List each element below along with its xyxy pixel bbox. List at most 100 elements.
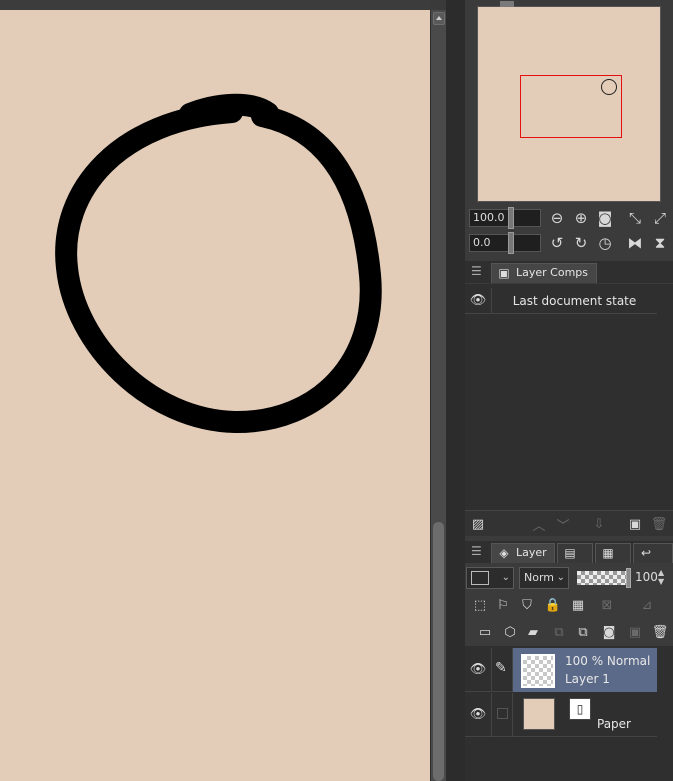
lock-icon[interactable]: 🔒 (543, 595, 563, 615)
layer-actions-row: ▭ ⬡ ▰ ⧉ ⧉ ◙ ▣ 🗑 (465, 619, 673, 645)
mask-enable-icon[interactable]: ⊠ (597, 595, 617, 615)
fit-window-icon[interactable]: ⤢ (650, 208, 670, 228)
layer-mode-label: 100 % Normal (565, 654, 651, 668)
history-icon: ↩ (640, 546, 652, 560)
layer-name: Paper (597, 717, 631, 731)
clip-layer-icon[interactable]: ⛉ (517, 595, 537, 615)
ruler-display-icon[interactable]: ⊿ (637, 595, 657, 615)
panel-splitter[interactable] (446, 0, 465, 781)
blend-mode-value: Norm (524, 571, 555, 584)
lock-transparency-icon[interactable]: ▦ (568, 595, 588, 615)
apply-mask-icon[interactable]: ▣ (625, 622, 645, 642)
rotation-field[interactable]: 0.0 (469, 232, 541, 254)
edit-target-cell[interactable]: ✎ (491, 648, 513, 692)
tab-layer-comps[interactable]: ▣ Layer Comps (491, 263, 597, 283)
layer-color-dropdown[interactable]: ⌄ (466, 567, 514, 589)
chevron-down-icon: ⌄ (501, 572, 510, 583)
chevron-down-icon: ⌄ (556, 572, 565, 583)
move-down-icon[interactable]: ﹀ (553, 514, 573, 534)
rotate-left-icon[interactable]: ↺ (547, 233, 567, 253)
flip-horizontal-icon[interactable]: ⧓ (625, 233, 645, 253)
right-panel-column: 100.0 ⊖ ⊕ ◙ ⤡ ⤢ 0.0 ↺ ↻ ◷ ⧓ ⧗ ☰ ▣ Layer C… (465, 0, 673, 781)
tab-layer-label: Layer (516, 546, 547, 559)
new-vector-layer-icon[interactable]: ⬡ (500, 622, 520, 642)
rotation-slider-handle[interactable] (508, 232, 514, 254)
layer-info[interactable]: 100 % Normal Layer 1 (513, 648, 657, 692)
combine-layers-icon[interactable]: ⧉ (573, 622, 593, 642)
navigator-grip[interactable] (500, 1, 514, 7)
tab-layer[interactable]: ◈ Layer (491, 543, 555, 563)
navigator-circle-thumbnail (601, 79, 617, 95)
actual-size-icon[interactable]: ◙ (595, 208, 615, 228)
layer-mask-icon[interactable]: ◙ (599, 622, 619, 642)
layer-comp-label: Last document state (512, 294, 637, 308)
layer-thumbnail (521, 654, 555, 688)
tab-layer-comps-label: Layer Comps (516, 266, 589, 279)
reference-layer-icon[interactable]: ⬚ (470, 595, 490, 615)
visibility-eye-icon[interactable]: 👁 (469, 293, 487, 309)
zoom-out-icon[interactable]: ⊖ (547, 208, 567, 228)
scroll-thumb[interactable] (433, 522, 444, 781)
panel-menu-icon[interactable]: ☰ (471, 264, 483, 278)
navigator-panel (465, 0, 673, 206)
layer-comps-icon: ▣ (498, 266, 510, 280)
new-raster-layer-icon[interactable]: ▭ (475, 622, 495, 642)
navigator-preview[interactable] (477, 1, 661, 202)
opacity-stepper-icon[interactable]: ▲ ▼ (658, 568, 664, 586)
scroll-up-button[interactable] (433, 12, 445, 25)
tab-animation[interactable]: ▦ (595, 543, 631, 563)
canvas-vertical-scrollbar[interactable] (430, 10, 446, 781)
zoom-field[interactable]: 100.0 (469, 207, 541, 229)
panel-menu-icon[interactable]: ☰ (471, 544, 483, 558)
opacity-slider[interactable] (577, 568, 631, 588)
apply-comp-icon[interactable]: ⇩ (589, 514, 609, 534)
empty-checkbox[interactable] (497, 708, 508, 719)
layers-icon: ◈ (499, 546, 509, 560)
layer-list: 👁 ✎ 100 % Normal Layer 1 👁 ▯ Paper (465, 646, 673, 781)
tab-layer-property[interactable]: ▤ (557, 543, 593, 563)
layer-color-swatch (471, 571, 489, 585)
opacity-slider-handle[interactable] (626, 568, 631, 588)
flip-vertical-icon[interactable]: ⧗ (650, 233, 670, 253)
layer-property-icon: ▤ (564, 546, 576, 560)
opacity-value[interactable]: 100 (635, 570, 658, 584)
layer-row-layer-1[interactable]: 👁 ✎ 100 % Normal Layer 1 (465, 648, 657, 692)
new-folder-icon[interactable]: ▰ (523, 622, 543, 642)
rotate-right-icon[interactable]: ↻ (571, 233, 591, 253)
zoom-slider-handle[interactable] (508, 207, 514, 229)
layer-tab-bar: ☰ ◈ Layer ▤ ▦ ↩ (465, 541, 673, 563)
blend-mode-dropdown[interactable]: Norm ⌄ (519, 567, 569, 589)
stroke-start-blob (179, 93, 279, 125)
visibility-eye-icon[interactable]: 👁 (467, 706, 489, 724)
update-comp-icon[interactable]: ▨ (468, 514, 488, 534)
edit-target-cell[interactable] (491, 693, 513, 737)
zoom-value: 100.0 (473, 211, 505, 224)
drawing-canvas[interactable] (0, 0, 430, 781)
navigator-zoom-row: 100.0 ⊖ ⊕ ◙ ⤡ ⤢ (467, 206, 673, 230)
list-item[interactable]: 👁 Last document state (465, 288, 657, 314)
drawn-circle-stroke (55, 101, 382, 434)
delete-layer-icon[interactable]: 🗑 (650, 622, 670, 642)
layer-name: Layer 1 (565, 672, 610, 686)
canvas-drawing (55, 93, 382, 434)
rotation-value: 0.0 (473, 236, 491, 249)
fit-icon[interactable]: ⤡ (625, 208, 645, 228)
reset-rotation-icon[interactable]: ◷ (595, 233, 615, 253)
layer-info[interactable]: ▯ Paper (513, 693, 657, 737)
navigator-rotate-row: 0.0 ↺ ↻ ◷ ⧓ ⧗ (467, 231, 673, 255)
paper-thumbnail (523, 698, 555, 730)
layer-properties-bar: ⌄ Norm ⌄ 100 ▲ ▼ (465, 564, 673, 592)
zoom-in-icon[interactable]: ⊕ (571, 208, 591, 228)
layer-row-paper[interactable]: 👁 ▯ Paper (465, 693, 657, 737)
new-comp-icon[interactable]: ▣ (625, 514, 645, 534)
transfer-to-lower-icon[interactable]: ⧉ (549, 622, 569, 642)
delete-comp-icon[interactable]: 🗑 (649, 514, 669, 534)
paper-layer-icon: ▯ (569, 698, 591, 720)
pen-icon: ✎ (495, 660, 507, 676)
draft-layer-icon[interactable]: ⚐ (493, 595, 513, 615)
layer-lock-row: ⬚ ⚐ ⛉ 🔒 ▦ ⊠ ⊿ (465, 592, 673, 618)
tab-history[interactable]: ↩ (633, 543, 673, 563)
visibility-eye-icon[interactable]: 👁 (467, 661, 489, 679)
layer-comps-toolbar: ▨ ︿ ﹀ ⇩ ▣ 🗑 (465, 510, 673, 536)
move-up-icon[interactable]: ︿ (529, 514, 549, 534)
